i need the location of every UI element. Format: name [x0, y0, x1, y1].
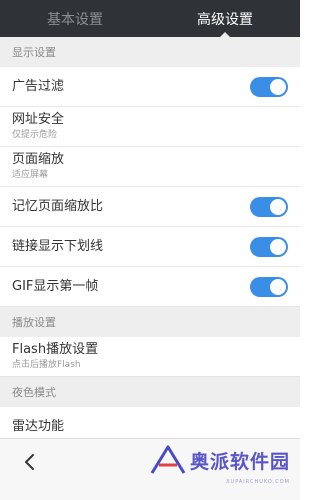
setting-url-security[interactable]: 网址安全 仅提示危险 — [0, 107, 300, 147]
setting-gif-first-frame-label: GIF显示第一帧 — [12, 278, 99, 294]
setting-radar-label: 雷达功能 — [12, 418, 65, 434]
settings-list[interactable]: 显示设置 广告过滤 网址安全 仅提示危险 页面缩放 适应屏幕 记忆页面缩放比 链… — [0, 37, 300, 438]
watermark-text: 奥派软件园 — [189, 450, 290, 473]
tab-basic-settings[interactable]: 基本设置 — [0, 0, 150, 37]
back-button[interactable] — [14, 447, 44, 477]
setting-page-zoom[interactable]: 页面缩放 适应屏幕 — [0, 147, 300, 187]
section-header-playback: 播放设置 — [0, 307, 300, 337]
tab-advanced-settings[interactable]: 高级设置 — [150, 0, 300, 37]
setting-remember-zoom-label: 记忆页面缩放比 — [12, 198, 104, 214]
section-header-display: 显示设置 — [0, 37, 300, 67]
setting-flash-text: Flash播放设置 点击后播放Flash — [12, 342, 98, 371]
setting-url-security-label: 网址安全 — [12, 112, 65, 127]
tab-bar: 基本设置 高级设置 — [0, 0, 300, 37]
setting-link-underline[interactable]: 链接显示下划线 — [0, 227, 300, 267]
setting-remember-zoom[interactable]: 记忆页面缩放比 — [0, 187, 300, 227]
section-header-night: 夜色模式 — [0, 377, 300, 407]
toggle-knob — [270, 78, 286, 95]
link-underline-toggle[interactable] — [250, 236, 288, 257]
remember-zoom-toggle[interactable] — [250, 196, 288, 217]
setting-radar-text: 雷达功能 — [12, 419, 64, 435]
toggle-knob — [270, 278, 286, 295]
setting-flash-value: 点击后播放Flash — [12, 360, 81, 370]
gif-first-frame-toggle[interactable] — [250, 276, 288, 297]
watermark-logo-icon — [150, 445, 186, 474]
toggle-knob — [270, 238, 286, 255]
setting-page-zoom-text: 页面缩放 适应屏幕 — [12, 152, 64, 181]
toggle-knob — [270, 198, 286, 215]
setting-page-zoom-value: 适应屏幕 — [12, 170, 49, 180]
setting-gif-first-frame[interactable]: GIF显示第一帧 — [0, 267, 300, 307]
setting-flash[interactable]: Flash播放设置 点击后播放Flash — [0, 337, 300, 377]
setting-url-security-value: 仅提示危险 — [12, 130, 58, 140]
setting-flash-label: Flash播放设置 — [12, 342, 99, 357]
chevron-left-icon — [25, 454, 34, 470]
ad-filter-toggle[interactable] — [250, 76, 288, 97]
setting-ad-filter-label: 广告过滤 — [12, 78, 65, 94]
setting-url-security-text: 网址安全 仅提示危险 — [12, 112, 64, 141]
setting-ad-filter[interactable]: 广告过滤 — [0, 67, 300, 107]
watermark-url: XUPAIRCHUKO.COM — [226, 479, 290, 485]
bottom-bar: 奥派软件园 XUPAIRCHUKO.COM — [0, 438, 300, 500]
site-watermark: 奥派软件园 XUPAIRCHUKO.COM — [150, 445, 290, 485]
setting-radar[interactable]: 雷达功能 — [0, 407, 300, 438]
setting-page-zoom-label: 页面缩放 — [12, 152, 65, 167]
setting-link-underline-label: 链接显示下划线 — [12, 238, 104, 254]
tab-advanced-settings-label: 高级设置 — [197, 11, 253, 28]
